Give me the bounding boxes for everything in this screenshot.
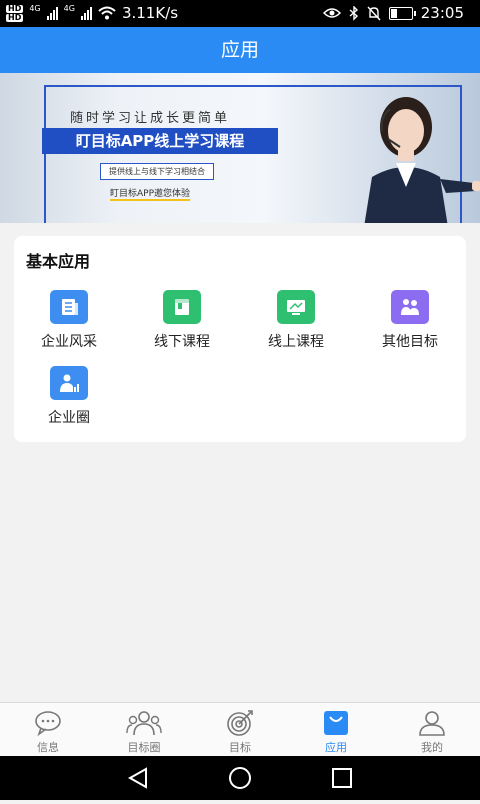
wifi-icon [98,6,116,20]
app-other-goals[interactable]: 其他目标 [360,290,460,351]
signal-icon [80,6,92,20]
monitor-icon [277,290,315,324]
home-icon[interactable] [229,767,251,789]
bag-icon [321,709,351,737]
banner-subtext: 提供线上与线下学习相结合 [100,163,214,180]
promo-banner[interactable]: 随时学习让成长更简单 盯目标APP线上学习课程 提供线上与线下学习相结合 盯目标… [0,73,480,223]
book-icon [163,290,201,324]
status-bar: HD HD 4G 4G 3.11K/s 23:05 [0,0,480,27]
app-enterprise-style[interactable]: 企业风采 [19,290,119,351]
title-bar: 应用 [0,27,480,73]
tab-goal-circle[interactable]: 目标圈 [96,703,192,757]
app-label: 其他目标 [382,334,438,350]
user-icon [417,709,447,737]
people-icon [391,290,429,324]
tab-goals[interactable]: 目标 [192,703,288,757]
presenter-illustration [364,97,480,223]
app-label: 线下课程 [154,334,210,350]
app-enterprise-circle[interactable]: 企业圈 [19,366,119,427]
battery-icon [388,6,416,20]
tab-label: 目标 [229,741,251,754]
hd-badge-2: HD [6,12,24,22]
tab-label: 我的 [421,741,443,754]
app-label: 线上课程 [268,334,324,350]
system-nav-bar [0,756,480,800]
net-type-1: 4G [29,3,41,13]
app-online-course[interactable]: 线上课程 [246,290,346,351]
banner-headline: 盯目标APP线上学习课程 [42,128,278,154]
tab-label: 目标圈 [127,741,161,754]
page-title: 应用 [220,39,259,61]
eye-icon [322,8,341,18]
chat-bubble-icon [33,709,63,737]
mute-bell-icon [367,6,381,20]
bluetooth-icon [349,5,358,21]
target-icon [225,709,255,737]
app-label: 企业圈 [48,410,90,426]
banner-tagline: 随时学习让成长更简单 [70,111,231,126]
signal-icon [46,6,58,20]
tab-messages[interactable]: 信息 [0,703,96,757]
clock: 23:05 [420,4,464,22]
basic-apps-card: 基本应用 企业风采 线下课程 线上课程 其他目标 企业圈 [14,236,466,442]
back-icon[interactable] [127,767,147,789]
tab-apps[interactable]: 应用 [288,703,384,757]
banner-invite: 盯目标APP邀您体验 [110,186,191,201]
user-chart-icon [50,366,88,400]
network-speed: 3.11K/s [121,4,179,22]
bottom-tab-bar: 信息 目标圈 目标 应用 我的 [0,702,480,757]
net-type-2: 4G [63,3,75,13]
recents-icon[interactable] [332,768,352,788]
group-icon [126,709,162,737]
tab-label: 应用 [325,741,347,754]
hd-badges: HD HD [6,3,24,22]
app-offline-course[interactable]: 线下课程 [132,290,232,351]
tab-profile[interactable]: 我的 [384,703,480,757]
tab-label: 信息 [37,741,59,754]
section-title: 基本应用 [26,252,91,271]
app-label: 企业风采 [41,334,97,350]
newspaper-icon [50,290,88,324]
hd-badge-1: HD [6,3,24,13]
